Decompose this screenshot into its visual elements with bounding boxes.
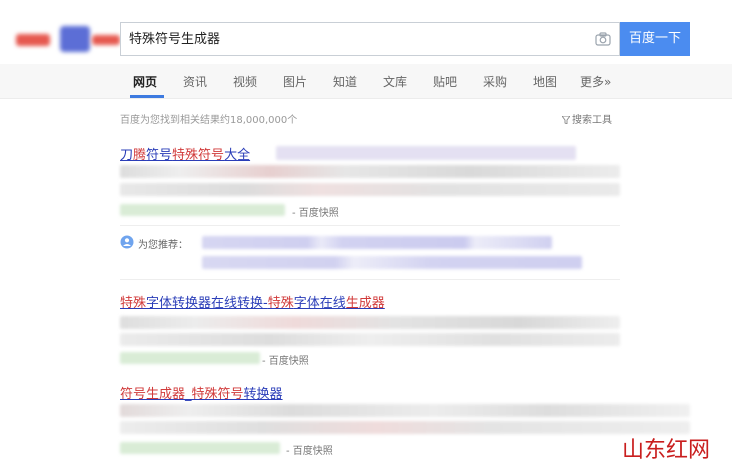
- search-input[interactable]: [129, 30, 569, 45]
- blurred-snippet: [120, 316, 620, 329]
- title-part: 符号: [146, 148, 173, 163]
- camera-icon[interactable]: [595, 32, 611, 46]
- blurred-snippet: [120, 165, 620, 178]
- cache-link[interactable]: - 百度快照: [262, 352, 309, 367]
- blurred-snippet: [120, 333, 620, 346]
- title-part: 字体在线: [293, 296, 346, 311]
- tab-purchase[interactable]: 采购: [483, 73, 507, 90]
- title-part: 腾: [133, 148, 147, 163]
- tab-video[interactable]: 视频: [233, 73, 257, 90]
- divider: [120, 279, 620, 280]
- recommend-icon: [120, 235, 134, 249]
- title-part: 转换器: [243, 387, 283, 402]
- result-title[interactable]: 刀腾符号特殊符号大全: [120, 144, 250, 163]
- tab-map[interactable]: 地图: [533, 73, 557, 90]
- title-part: 特殊: [267, 296, 294, 311]
- blurred-title-text: [276, 146, 576, 160]
- search-tools-label: 搜索工具: [572, 115, 612, 126]
- blurred-recommendations[interactable]: [202, 236, 552, 249]
- result-stats: 百度为您找到相关结果约18,000,000个: [120, 115, 298, 126]
- search-box[interactable]: [120, 22, 620, 56]
- tab-news[interactable]: 资讯: [183, 73, 207, 90]
- tab-more[interactable]: 更多»: [580, 73, 611, 90]
- blurred-url: [120, 442, 280, 454]
- blurred-snippet: [120, 421, 690, 434]
- search-tools[interactable]: 搜索工具: [562, 111, 612, 126]
- tab-web[interactable]: 网页: [133, 73, 157, 90]
- result-title[interactable]: 特殊字体转换器在线转换-特殊字体在线生成器: [120, 292, 385, 311]
- title-part: 生成器: [345, 296, 385, 311]
- title-part: 刀: [120, 148, 134, 163]
- title-part: 大全: [224, 148, 251, 163]
- tab-zhidao[interactable]: 知道: [333, 73, 357, 90]
- cache-link[interactable]: - 百度快照: [292, 204, 339, 219]
- active-tab-indicator: [130, 95, 164, 98]
- filter-icon: [562, 116, 570, 124]
- tab-wenku[interactable]: 文库: [383, 73, 407, 90]
- blurred-snippet: [120, 404, 690, 417]
- cache-link[interactable]: - 百度快照: [286, 442, 333, 457]
- title-part: 特殊符号: [172, 148, 225, 163]
- baidu-logo[interactable]: [16, 24, 120, 56]
- tab-tieba[interactable]: 贴吧: [433, 73, 457, 90]
- blurred-url: [120, 352, 260, 364]
- title-part: 特殊: [120, 296, 147, 311]
- title-part: 字体转换器在线转换: [146, 296, 264, 311]
- result-title[interactable]: 符号生成器_特殊符号转换器: [120, 383, 283, 402]
- blurred-snippet: [120, 183, 620, 196]
- blurred-recommendations[interactable]: [202, 256, 582, 269]
- nav-tabs: 网页 资讯 视频 图片 知道 文库 贴吧 采购 地图 更多»: [0, 64, 732, 99]
- tab-images[interactable]: 图片: [283, 73, 307, 90]
- blurred-url: [120, 204, 285, 216]
- search-button[interactable]: 百度一下: [620, 22, 690, 56]
- title-part: 符号生成器: [120, 387, 186, 402]
- recommend-label: 为您推荐：: [138, 240, 188, 251]
- watermark: 山东红网: [622, 438, 711, 463]
- divider: [120, 225, 620, 226]
- top-bar: 百度一下: [0, 0, 732, 64]
- title-part: 特殊符号: [191, 387, 244, 402]
